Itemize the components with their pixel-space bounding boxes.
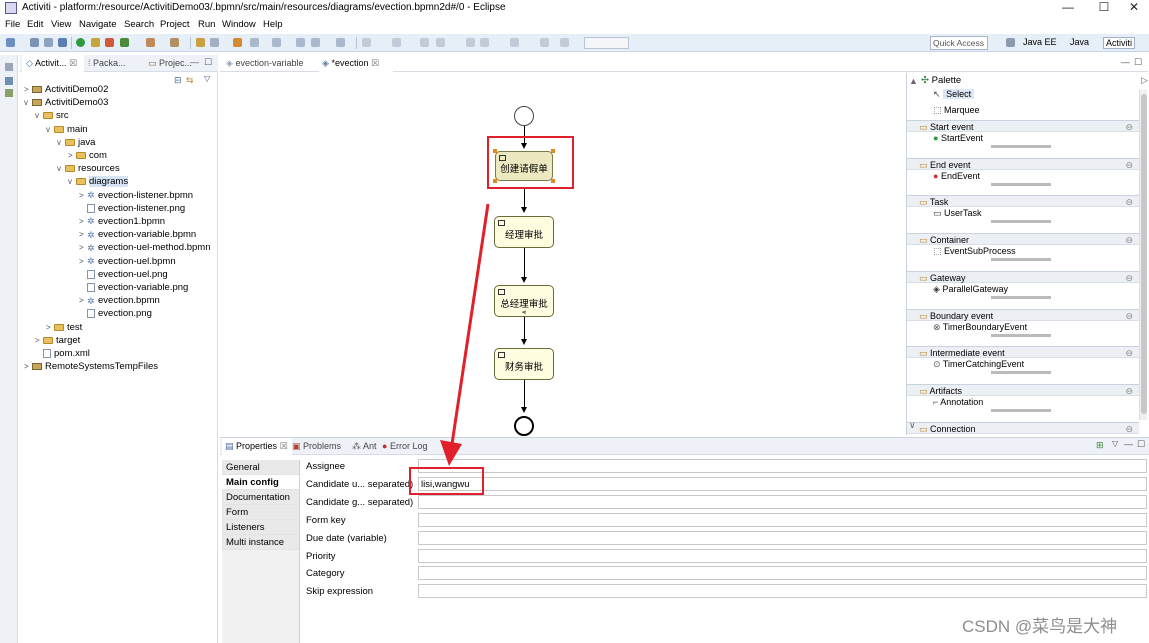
arrow-shaft: [450, 203, 490, 445]
watermark: CSDN @菜鸟是大神: [962, 617, 1118, 636]
arrow-head: [440, 440, 462, 466]
annotation-arrow: [440, 203, 490, 466]
